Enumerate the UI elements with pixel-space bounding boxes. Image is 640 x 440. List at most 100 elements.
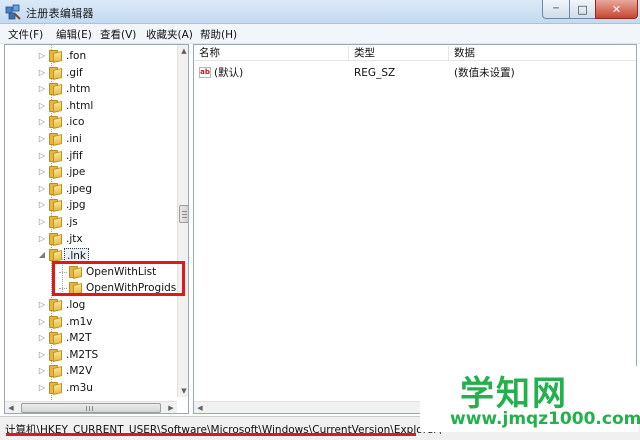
minimize-button[interactable]: ─	[542, 0, 570, 19]
folder-icon	[49, 248, 63, 263]
folder-icon	[49, 364, 63, 379]
folder-icon	[49, 165, 63, 180]
tree-item-label: .htm	[66, 83, 91, 96]
folder-icon	[49, 149, 63, 163]
collapse-arrow-icon[interactable]: ◢	[37, 249, 47, 261]
tree-item[interactable]: ▷ .jpg	[5, 197, 180, 213]
menu-help[interactable]: 帮助(H)	[200, 27, 237, 42]
expand-arrow-icon[interactable]: ▷	[37, 382, 47, 394]
folder-icon	[49, 348, 63, 362]
tree-item-label: .jfif	[66, 149, 83, 162]
expand-arrow-icon[interactable]: ▷	[37, 199, 47, 211]
list-header: 名称 类型 数据	[194, 45, 636, 61]
values-list[interactable]: 名称 类型 数据 ab (默认) REG_SZ (数值未设置) ◀	[193, 44, 637, 414]
window-title: 注册表编辑器	[26, 7, 94, 20]
expand-arrow-icon[interactable]: ▷	[37, 299, 47, 311]
tree-item-label: .jpg	[66, 199, 86, 212]
expand-arrow-icon[interactable]: ▷	[37, 216, 47, 228]
tree-item[interactable]: ▷ .js	[5, 214, 180, 230]
tree-item[interactable]: ▷ .jpe	[5, 164, 180, 180]
tree-item[interactable]: ▷ .m1v	[5, 314, 180, 330]
tree-item-label: .ico	[66, 116, 85, 129]
expand-arrow-icon[interactable]: ▷	[37, 349, 47, 361]
watermark-title: 学知网	[460, 374, 568, 414]
title-bar: 注册表编辑器 ─ □ ✕	[0, 0, 640, 24]
tree-item-label: .html	[66, 99, 94, 112]
tree-item[interactable]: ▷ .ini	[5, 131, 180, 147]
tree-item-label: .ini	[66, 133, 82, 145]
folder-icon	[49, 49, 63, 63]
tree-vertical-scrollbar[interactable]: ▲ ▼	[177, 45, 188, 397]
expand-arrow-icon[interactable]: ▷	[37, 365, 47, 377]
regedit-window: 注册表编辑器 ─ □ ✕ 文件(F) 编辑(E) 查看(V) 收藏夹(A) 帮助…	[0, 0, 640, 440]
expand-arrow-icon[interactable]: ▷	[37, 316, 47, 328]
tree-item[interactable]: ▷ .fon	[5, 48, 180, 64]
tree-item-label: .jpeg	[66, 182, 93, 195]
list-item[interactable]: ab (默认) REG_SZ (数值未设置)	[194, 65, 634, 81]
scroll-right-arrow-icon[interactable]: ▶	[165, 402, 177, 413]
folder-icon	[49, 132, 63, 146]
expand-arrow-icon[interactable]: ▷	[37, 67, 47, 79]
highlight-box	[52, 261, 185, 296]
column-data[interactable]: 数据	[449, 46, 636, 61]
tree-horizontal-scrollbar[interactable]: ◀ ▶	[5, 401, 177, 413]
folder-icon	[49, 215, 63, 229]
menu-bar: 文件(F) 编辑(E) 查看(V) 收藏夹(A) 帮助(H)	[0, 24, 640, 44]
expand-arrow-icon[interactable]: ▷	[37, 50, 47, 62]
column-name[interactable]: 名称	[194, 46, 349, 61]
folder-icon	[49, 198, 63, 213]
folder-icon	[49, 99, 63, 113]
expand-arrow-icon[interactable]: ▷	[37, 116, 47, 128]
tree-scroll-thumb[interactable]	[179, 205, 188, 223]
tree-item[interactable]: ▷ .ico	[5, 114, 180, 130]
watermark-url: www.jmqz1000.com	[450, 409, 640, 429]
tree-item-label: .m3u	[66, 382, 93, 394]
column-type[interactable]: 类型	[349, 46, 449, 61]
menu-file[interactable]: 文件(F)	[8, 27, 43, 42]
scroll-left-arrow-icon[interactable]: ◀	[5, 402, 17, 413]
value-type: REG_SZ	[354, 67, 396, 79]
menu-edit[interactable]: 编辑(E)	[56, 27, 92, 42]
tree-item[interactable]: ▷ .jfif	[5, 148, 180, 164]
menu-view[interactable]: 查看(V)	[100, 27, 136, 42]
tree-item[interactable]: ▷ .html	[5, 98, 180, 114]
tree-item[interactable]: ▷ .M2TS	[5, 347, 180, 363]
tree-item[interactable]: ▷ .htm	[5, 81, 180, 97]
close-button[interactable]: ✕	[595, 0, 638, 19]
tree-item[interactable]: ▷ .gif	[5, 65, 180, 81]
tree-item[interactable]: ▷ .jpeg	[5, 181, 180, 197]
string-value-icon: ab	[199, 67, 211, 78]
tree-item-label: .gif	[66, 66, 83, 79]
expand-arrow-icon[interactable]: ▷	[37, 166, 47, 178]
scroll-left-arrow-icon[interactable]: ◀	[194, 402, 206, 413]
folder-icon	[49, 66, 63, 80]
tree-item-label: .M2T	[66, 332, 92, 345]
tree-item-label: .js	[66, 216, 78, 228]
expand-arrow-icon[interactable]: ▷	[37, 183, 47, 195]
tree-item[interactable]: ▷ .M2V	[5, 363, 180, 379]
maximize-button[interactable]: □	[569, 0, 596, 19]
tree-item-label: .jtx	[66, 232, 83, 245]
tree-item[interactable]: ▷ .M2T	[5, 330, 180, 346]
registry-tree[interactable]: ▷ .fon ▷ .gif ▷ .htm ▷ .html ▷ .ico ▷ .ini ▷ .jfif ▷ .j…	[4, 44, 189, 414]
scroll-up-arrow-icon[interactable]: ▲	[178, 45, 188, 57]
expand-arrow-icon[interactable]: ▷	[37, 100, 47, 112]
expand-arrow-icon[interactable]: ▷	[37, 233, 47, 245]
menu-favorites[interactable]: 收藏夹(A)	[146, 27, 193, 42]
tree-item-label: .M2V	[66, 365, 93, 378]
path-underline	[6, 433, 416, 436]
tree-hscroll-thumb[interactable]	[21, 403, 161, 413]
scroll-down-arrow-icon[interactable]: ▼	[178, 385, 188, 397]
folder-icon	[49, 232, 63, 246]
tree-item[interactable]: ▷ .m3u	[5, 380, 180, 396]
value-name: (默认)	[214, 67, 244, 79]
minimize-icon: ─	[553, 4, 559, 14]
tree-item[interactable]: ▷ .jtx	[5, 231, 180, 247]
expand-arrow-icon[interactable]: ▷	[37, 83, 47, 95]
expand-arrow-icon[interactable]: ▷	[37, 133, 47, 145]
folder-icon	[49, 82, 63, 97]
expand-arrow-icon[interactable]: ▷	[37, 332, 47, 344]
tree-item[interactable]: ▷ .log	[5, 297, 180, 313]
expand-arrow-icon[interactable]: ▷	[37, 150, 47, 162]
folder-icon	[49, 315, 63, 329]
